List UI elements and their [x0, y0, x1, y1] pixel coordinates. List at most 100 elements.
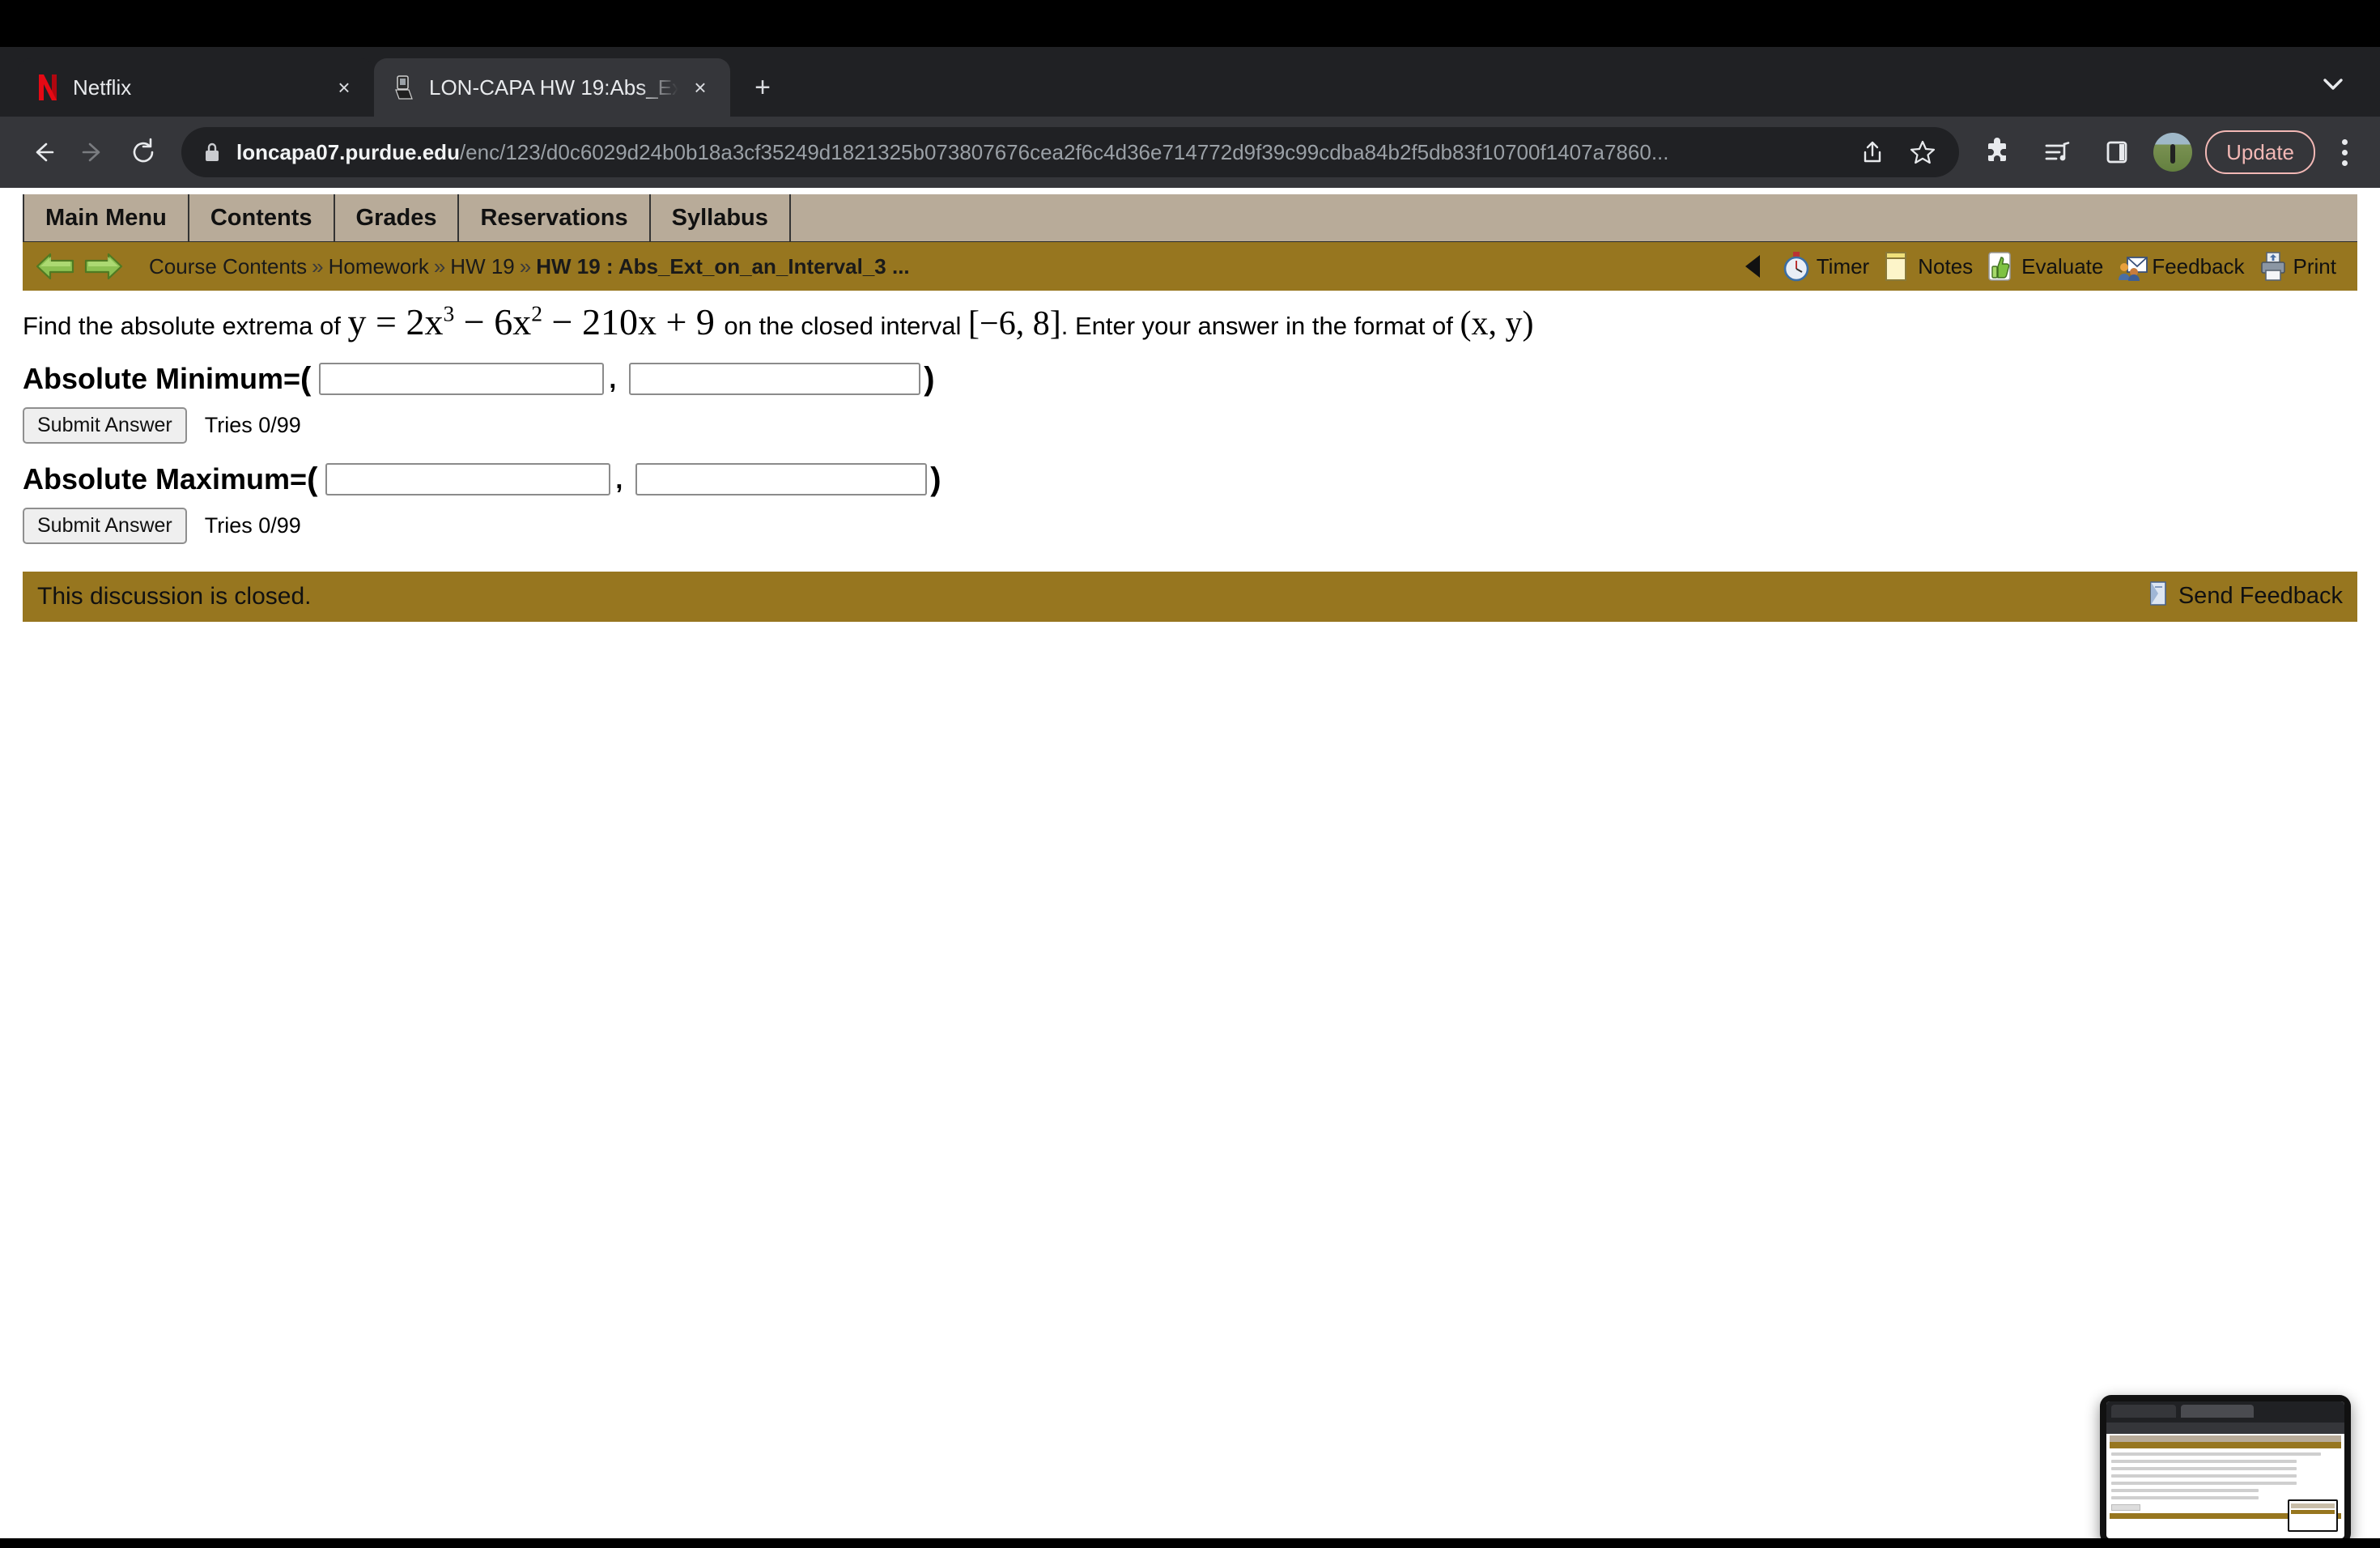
url-host: loncapa07.purdue.edu	[236, 139, 460, 164]
update-button[interactable]: Update	[2205, 130, 2315, 174]
equation-term1-coef: 2	[406, 301, 425, 342]
notes-pad-icon	[1884, 251, 1911, 282]
toolbar-notes[interactable]: Notes	[1879, 251, 1978, 282]
equation-term1-exponent: 3	[443, 300, 455, 326]
breadcrumb-current: HW 19 : Abs_Ext_on_an_Interval_3 ...	[536, 253, 910, 279]
breadcrumb: Course Contents» Homework» HW 19» HW 19 : A…	[149, 254, 910, 279]
pip-text-line	[2111, 1452, 2321, 1456]
problem-intro-text: Find the absolute extrema of	[23, 312, 341, 340]
back-icon[interactable]	[19, 129, 66, 176]
problem-statement: Find the absolute extrema of y = 2x3 − 6…	[23, 301, 2357, 343]
printer-icon	[2259, 251, 2287, 282]
tab-strip: Netflix × LON-CAPA HW 19:Abs_Ext_on × +	[0, 47, 2380, 117]
media-playlist-icon[interactable]	[2034, 129, 2080, 176]
equation-op3: +	[665, 301, 687, 342]
breadcrumb-separator: »	[312, 253, 324, 279]
problem-interval: [−6, 8]	[968, 305, 1061, 342]
close-icon[interactable]: ×	[330, 74, 358, 101]
pip-nested-thumbnail	[2288, 1499, 2338, 1532]
equation-term2-coef: 6	[494, 301, 513, 342]
pip-text-line	[2111, 1489, 2259, 1492]
comma-separator: ,	[615, 464, 623, 494]
tries-counter-maximum: Tries 0/99	[204, 512, 301, 538]
browser-tab-title: LON-CAPA HW 19:Abs_Ext_on	[429, 74, 678, 100]
toolbar-print[interactable]: Print	[2255, 251, 2341, 282]
breadcrumb-separator: »	[433, 253, 446, 279]
pip-submit-button	[2111, 1504, 2140, 1511]
collapse-toolbar-arrow-icon[interactable]	[1745, 255, 1760, 278]
menu-item-grades[interactable]: Grades	[335, 194, 460, 241]
equation-term2-var: x	[512, 301, 532, 342]
close-icon[interactable]: ×	[686, 74, 714, 101]
pip-text-line	[2111, 1460, 2297, 1463]
pip-text-line	[2111, 1482, 2297, 1485]
close-paren: )	[930, 461, 941, 497]
toolbar-notes-label: Notes	[1918, 253, 1974, 279]
toolbar-print-label: Print	[2293, 253, 2336, 279]
problem-format-text: Enter your answer in the format of	[1074, 312, 1453, 340]
absolute-minimum-label: Absolute Minimum=	[23, 362, 301, 396]
forward-icon[interactable]	[70, 129, 117, 176]
absolute-minimum-row: Absolute Minimum= ( , )	[23, 361, 2357, 398]
browser-tab-loncapa[interactable]: LON-CAPA HW 19:Abs_Ext_on ×	[374, 58, 730, 117]
reload-icon[interactable]	[120, 129, 167, 176]
equation-equals: =	[376, 301, 397, 342]
chevron-down-icon[interactable]	[2318, 70, 2348, 99]
loncapa-breadcrumb-bar: Course Contents» Homework» HW 19» HW 19 : A…	[23, 242, 2357, 291]
breadcrumb-homework[interactable]: Homework	[329, 254, 429, 279]
absolute-minimum-x-input[interactable]	[319, 363, 605, 396]
extensions-puzzle-icon[interactable]	[1974, 129, 2021, 176]
feedback-envelope-icon	[2118, 251, 2148, 282]
toolbar-feedback-label: Feedback	[2152, 253, 2245, 279]
menu-item-syllabus[interactable]: Syllabus	[651, 194, 791, 241]
open-paren: (	[300, 360, 312, 397]
toolbar-evaluate[interactable]: Evaluate	[1983, 251, 2108, 282]
profile-avatar[interactable]	[2153, 133, 2193, 172]
timer-clock-icon	[1783, 251, 1810, 282]
kebab-menu-icon[interactable]	[2328, 132, 2361, 172]
lon-capa-icon	[390, 74, 418, 101]
menu-bar-filler	[791, 194, 2357, 241]
toolbar-timer-label: Timer	[1816, 253, 1870, 279]
send-feedback-button[interactable]: Send Feedback	[2146, 580, 2343, 613]
url-path: /enc/123/d0c6029d24b0b18a3cf35249d182132…	[459, 139, 1669, 164]
toolbar-feedback[interactable]: Feedback	[2113, 251, 2249, 282]
address-bar[interactable]: loncapa07.purdue.edu/enc/123/d0c6029d24b…	[181, 127, 1960, 177]
discussion-status-text: This discussion is closed.	[37, 582, 312, 610]
share-icon[interactable]	[1852, 132, 1893, 172]
side-panel-icon[interactable]	[2093, 129, 2140, 176]
submit-answer-button-minimum[interactable]: Submit Answer	[23, 406, 187, 444]
screen-top-bezel	[0, 0, 2380, 47]
netflix-icon	[34, 74, 62, 101]
absolute-maximum-y-input[interactable]	[635, 463, 928, 496]
new-tab-button[interactable]: +	[745, 70, 780, 105]
absolute-maximum-x-input[interactable]	[325, 463, 611, 496]
previous-resource-arrow-icon[interactable]	[34, 249, 76, 284]
absolute-maximum-submit-row: Submit Answer Tries 0/99	[23, 507, 2357, 544]
discussion-bar: This discussion is closed. Send Feedback	[23, 571, 2357, 622]
equation-term3: 210x	[581, 301, 657, 342]
browser-tab-netflix[interactable]: Netflix ×	[18, 58, 374, 117]
equation-lhs: y	[347, 301, 367, 342]
pip-tab-strip	[2106, 1401, 2344, 1423]
menu-item-reservations[interactable]: Reservations	[459, 194, 651, 241]
pip-breadcrumb-bar	[2110, 1442, 2341, 1448]
pip-text-line	[2111, 1467, 2297, 1470]
toolbar-timer[interactable]: Timer	[1778, 251, 1874, 282]
absolute-minimum-y-input[interactable]	[629, 363, 921, 396]
problem-equation: y = 2x3 − 6x2 − 210x + 9	[348, 301, 725, 342]
menu-item-contents[interactable]: Contents	[189, 194, 335, 241]
open-paren: (	[307, 461, 318, 497]
pip-menu-bar	[2110, 1435, 2341, 1442]
picture-in-picture-thumbnail[interactable]	[2100, 1395, 2351, 1538]
absolute-minimum-submit-row: Submit Answer Tries 0/99	[23, 406, 2357, 444]
menu-item-main-menu[interactable]: Main Menu	[23, 194, 189, 241]
breadcrumb-hw19[interactable]: HW 19	[450, 254, 514, 279]
thumbs-up-icon	[1987, 251, 2015, 282]
next-resource-arrow-icon[interactable]	[83, 249, 125, 284]
loncapa-menu-bar: Main Menu Contents Grades Reservations S…	[23, 194, 2357, 242]
breadcrumb-course-contents[interactable]: Course Contents	[149, 254, 307, 279]
bookmark-star-icon[interactable]	[1902, 132, 1943, 172]
submit-answer-button-maximum[interactable]: Submit Answer	[23, 507, 187, 544]
browser-chrome: Netflix × LON-CAPA HW 19:Abs_Ext_on × +	[0, 47, 2380, 188]
